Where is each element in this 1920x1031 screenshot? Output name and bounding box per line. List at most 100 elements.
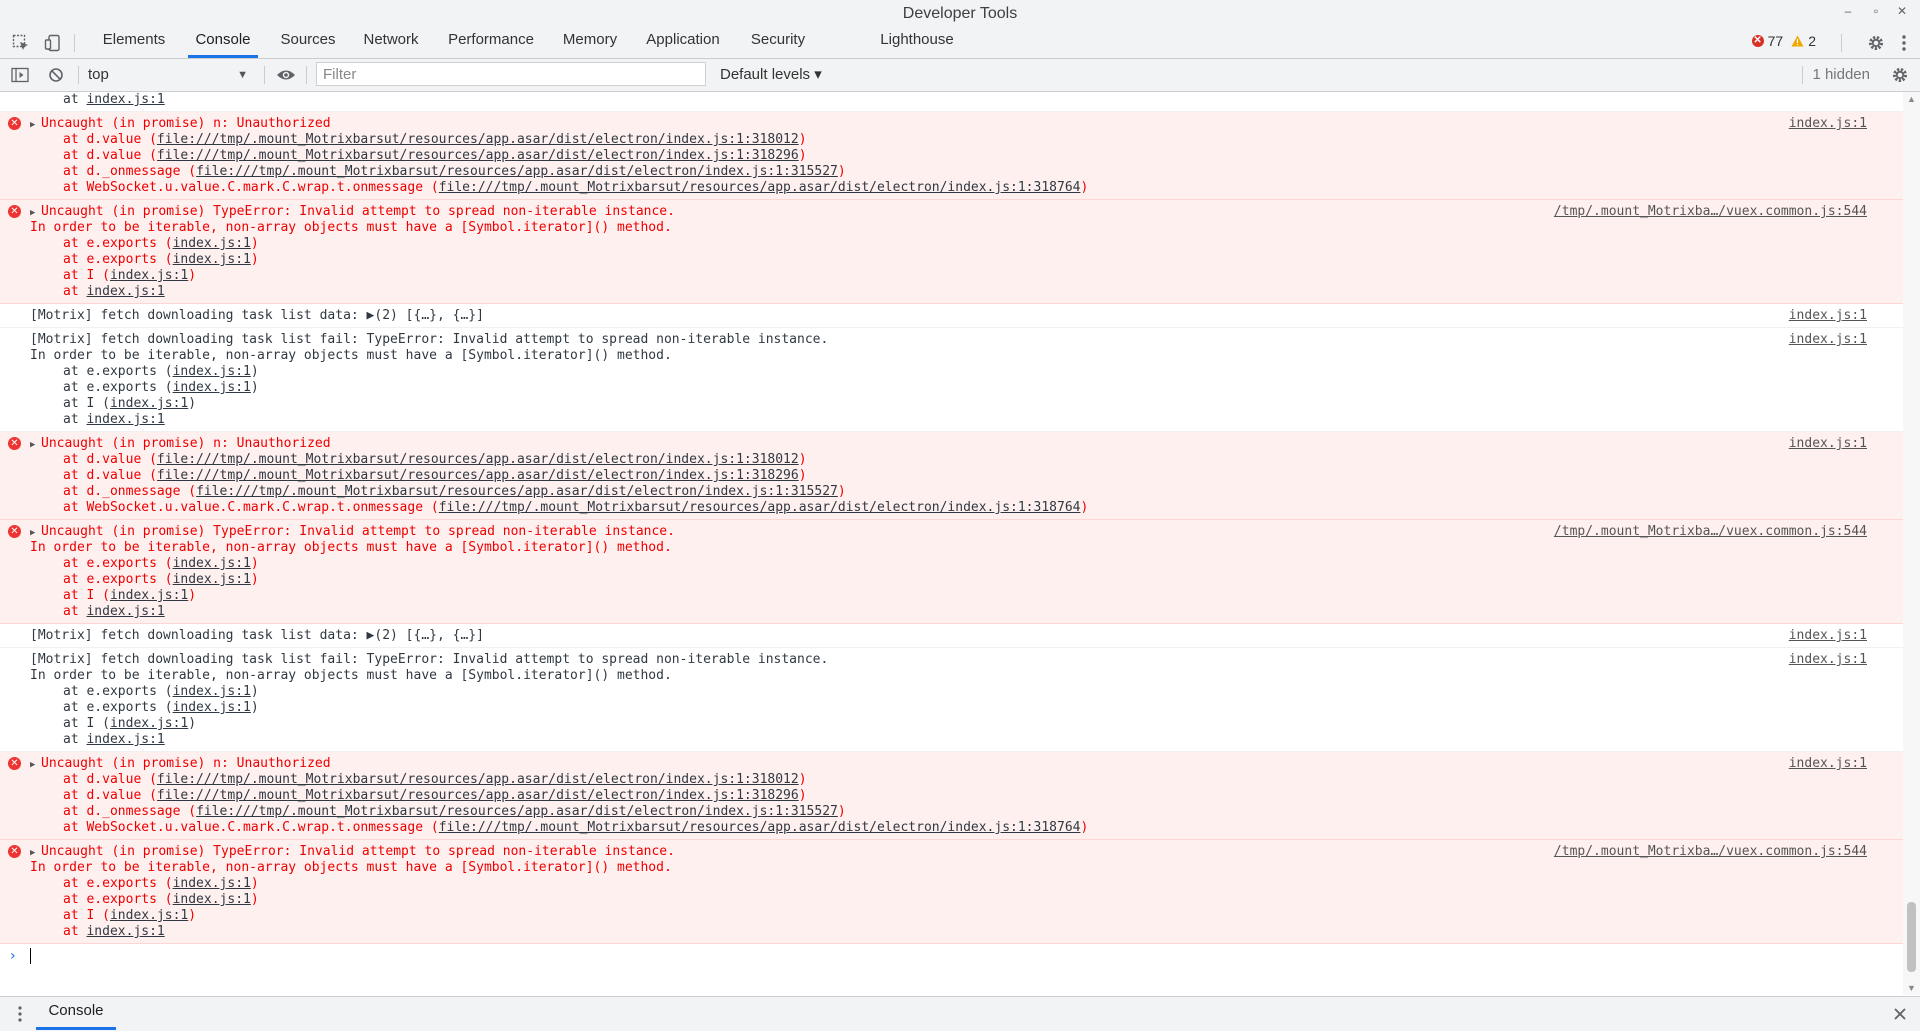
stack-frame: at e.exports (	[63, 252, 173, 267]
stack-link[interactable]: file:///tmp/.mount_Motrixbarsut/resource…	[157, 772, 799, 787]
log-levels-dropdown[interactable]: Default levels ▾	[720, 63, 822, 87]
scroll-down-arrow-icon[interactable]: ▼	[1903, 983, 1920, 993]
stack-frame: at WebSocket.u.value.C.mark.C.wrap.t.onm…	[63, 180, 439, 195]
stack-link[interactable]: index.js:1	[86, 924, 164, 939]
source-link[interactable]: index.js:1	[1789, 332, 1867, 348]
drawer-menu-icon[interactable]	[8, 1002, 32, 1026]
stack-link[interactable]: index.js:1	[86, 604, 164, 619]
stack-link[interactable]: index.js:1	[173, 364, 251, 379]
tab-network[interactable]: Network	[362, 28, 420, 58]
stack-line: at d._onmessage (file:///tmp/.mount_Motr…	[30, 484, 1903, 500]
scroll-up-arrow-icon[interactable]: ▲	[1903, 94, 1920, 104]
tab-sources[interactable]: Sources	[278, 28, 338, 58]
stack-link[interactable]: index.js:1	[173, 876, 251, 891]
stack-link[interactable]: file:///tmp/.mount_Motrixbarsut/resource…	[196, 804, 838, 819]
issue-counters[interactable]: ✕ 77 2	[1751, 33, 1816, 49]
tab-memory[interactable]: Memory	[562, 28, 618, 58]
console-scrollbar[interactable]: ▲ ▼	[1903, 92, 1920, 995]
stack-frame-close: )	[1080, 820, 1089, 835]
stack-link[interactable]: index.js:1	[110, 908, 188, 923]
expand-triangle-icon[interactable]: ▶	[30, 205, 41, 221]
stack-link[interactable]: index.js:1	[173, 684, 251, 699]
stack-frame-close: )	[250, 876, 259, 891]
scrollbar-thumb[interactable]	[1907, 902, 1916, 972]
source-link[interactable]: index.js:1	[1789, 628, 1867, 644]
stack-link[interactable]: file:///tmp/.mount_Motrixbarsut/resource…	[196, 484, 838, 499]
stack-link[interactable]: file:///tmp/.mount_Motrixbarsut/resource…	[157, 788, 799, 803]
stack-link[interactable]: index.js:1	[86, 412, 164, 427]
warning-count: 2	[1808, 33, 1816, 49]
message-text[interactable]: ▶ Uncaught (in promise) n: Unauthorized	[30, 436, 1903, 452]
drawer-tab-console[interactable]: Console	[36, 997, 116, 1030]
stack-link[interactable]: index.js:1	[173, 572, 251, 587]
stack-frame-close: )	[250, 252, 259, 267]
source-link[interactable]: index.js:1	[1789, 436, 1867, 452]
stack-link[interactable]: index.js:1	[173, 556, 251, 571]
stack-link[interactable]: file:///tmp/.mount_Motrixbarsut/resource…	[157, 132, 799, 147]
console-settings-gear-icon[interactable]	[1888, 63, 1912, 87]
stack-frame: at	[63, 412, 87, 427]
source-link[interactable]: index.js:1	[1789, 116, 1867, 132]
stack-link[interactable]: index.js:1	[86, 284, 164, 299]
expand-triangle-icon[interactable]: ▶	[30, 117, 41, 133]
title-bar: Developer Tools – ▫ ✕	[0, 0, 1920, 28]
tab-performance[interactable]: Performance	[448, 28, 534, 58]
more-options-icon[interactable]	[1892, 31, 1916, 55]
live-expression-eye-icon[interactable]	[274, 63, 298, 87]
context-selector[interactable]: top ▼	[88, 63, 254, 87]
expand-triangle-icon[interactable]: ▶	[30, 525, 41, 541]
tab-elements[interactable]: Elements	[100, 28, 168, 58]
source-link[interactable]: /tmp/.mount_Motrixba…/vuex.common.js:544	[1554, 204, 1867, 220]
expand-triangle-icon[interactable]: ▶	[30, 845, 41, 861]
stack-link[interactable]: index.js:1	[173, 236, 251, 251]
console-prompt[interactable]: ›	[0, 944, 1903, 968]
stack-link[interactable]: file:///tmp/.mount_Motrixbarsut/resource…	[157, 452, 799, 467]
source-link[interactable]: index.js:1	[1789, 756, 1867, 772]
stack-link[interactable]: file:///tmp/.mount_Motrixbarsut/resource…	[196, 164, 838, 179]
stack-line: at e.exports (index.js:1)	[30, 252, 1903, 268]
device-toolbar-icon[interactable]	[41, 31, 65, 55]
stack-link[interactable]: file:///tmp/.mount_Motrixbarsut/resource…	[157, 468, 799, 483]
stack-link[interactable]: index.js:1	[86, 732, 164, 747]
stack-link[interactable]: file:///tmp/.mount_Motrixbarsut/resource…	[157, 148, 799, 163]
tab-application[interactable]: Application	[646, 28, 720, 58]
message-text[interactable]: ▶ Uncaught (in promise) n: Unauthorized	[30, 116, 1903, 132]
settings-gear-icon[interactable]	[1864, 31, 1888, 55]
message-text[interactable]: ▶ Uncaught (in promise) n: Unauthorized	[30, 756, 1903, 772]
stack-link[interactable]: index.js:1	[173, 700, 251, 715]
inspect-element-icon[interactable]	[9, 31, 33, 55]
stack-link[interactable]: index.js:1	[110, 268, 188, 283]
restore-icon[interactable]: ▫	[1868, 4, 1884, 18]
source-link[interactable]: index.js:1	[1789, 308, 1867, 324]
source-link[interactable]: /tmp/.mount_Motrixba…/vuex.common.js:544	[1554, 524, 1867, 540]
stack-line: at index.js:1	[30, 924, 1903, 940]
stack-link[interactable]: index.js:1	[110, 588, 188, 603]
source-link[interactable]: index.js:1	[1789, 652, 1867, 668]
stack-link[interactable]: index.js:1	[110, 396, 188, 411]
expand-triangle-icon[interactable]: ▶	[30, 437, 41, 453]
stack-link[interactable]: index.js:1	[110, 716, 188, 731]
show-sidebar-icon[interactable]	[8, 63, 32, 87]
minimize-icon[interactable]: –	[1840, 4, 1856, 18]
clear-console-icon[interactable]	[44, 63, 68, 87]
tab-console[interactable]: Console	[188, 28, 258, 58]
stack-frame-close: )	[1080, 500, 1089, 515]
stack-link[interactable]: index.js:1	[173, 380, 251, 395]
expand-triangle-icon[interactable]: ▶	[30, 757, 41, 773]
stack-link[interactable]: file:///tmp/.mount_Motrixbarsut/resource…	[439, 180, 1081, 195]
stack-frame-close: )	[250, 380, 259, 395]
tab-security[interactable]: Security	[750, 28, 806, 58]
stack-link[interactable]: index.js:1	[173, 252, 251, 267]
stack-link[interactable]: index.js:1	[86, 92, 164, 107]
close-drawer-icon[interactable]	[1888, 1002, 1912, 1026]
source-link[interactable]: /tmp/.mount_Motrixba…/vuex.common.js:544	[1554, 844, 1867, 860]
stack-line: at d.value (file:///tmp/.mount_Motrixbar…	[30, 788, 1903, 804]
stack-link[interactable]: file:///tmp/.mount_Motrixbarsut/resource…	[439, 820, 1081, 835]
stack-link[interactable]: file:///tmp/.mount_Motrixbarsut/resource…	[439, 500, 1081, 515]
filter-input[interactable]	[316, 62, 706, 86]
drawer-bar: Console	[0, 996, 1920, 1031]
stack-link[interactable]: index.js:1	[173, 892, 251, 907]
close-window-icon[interactable]: ✕	[1894, 4, 1910, 18]
tab-lighthouse[interactable]: Lighthouse	[878, 28, 956, 58]
dropdown-arrow-icon: ▼	[237, 69, 248, 81]
